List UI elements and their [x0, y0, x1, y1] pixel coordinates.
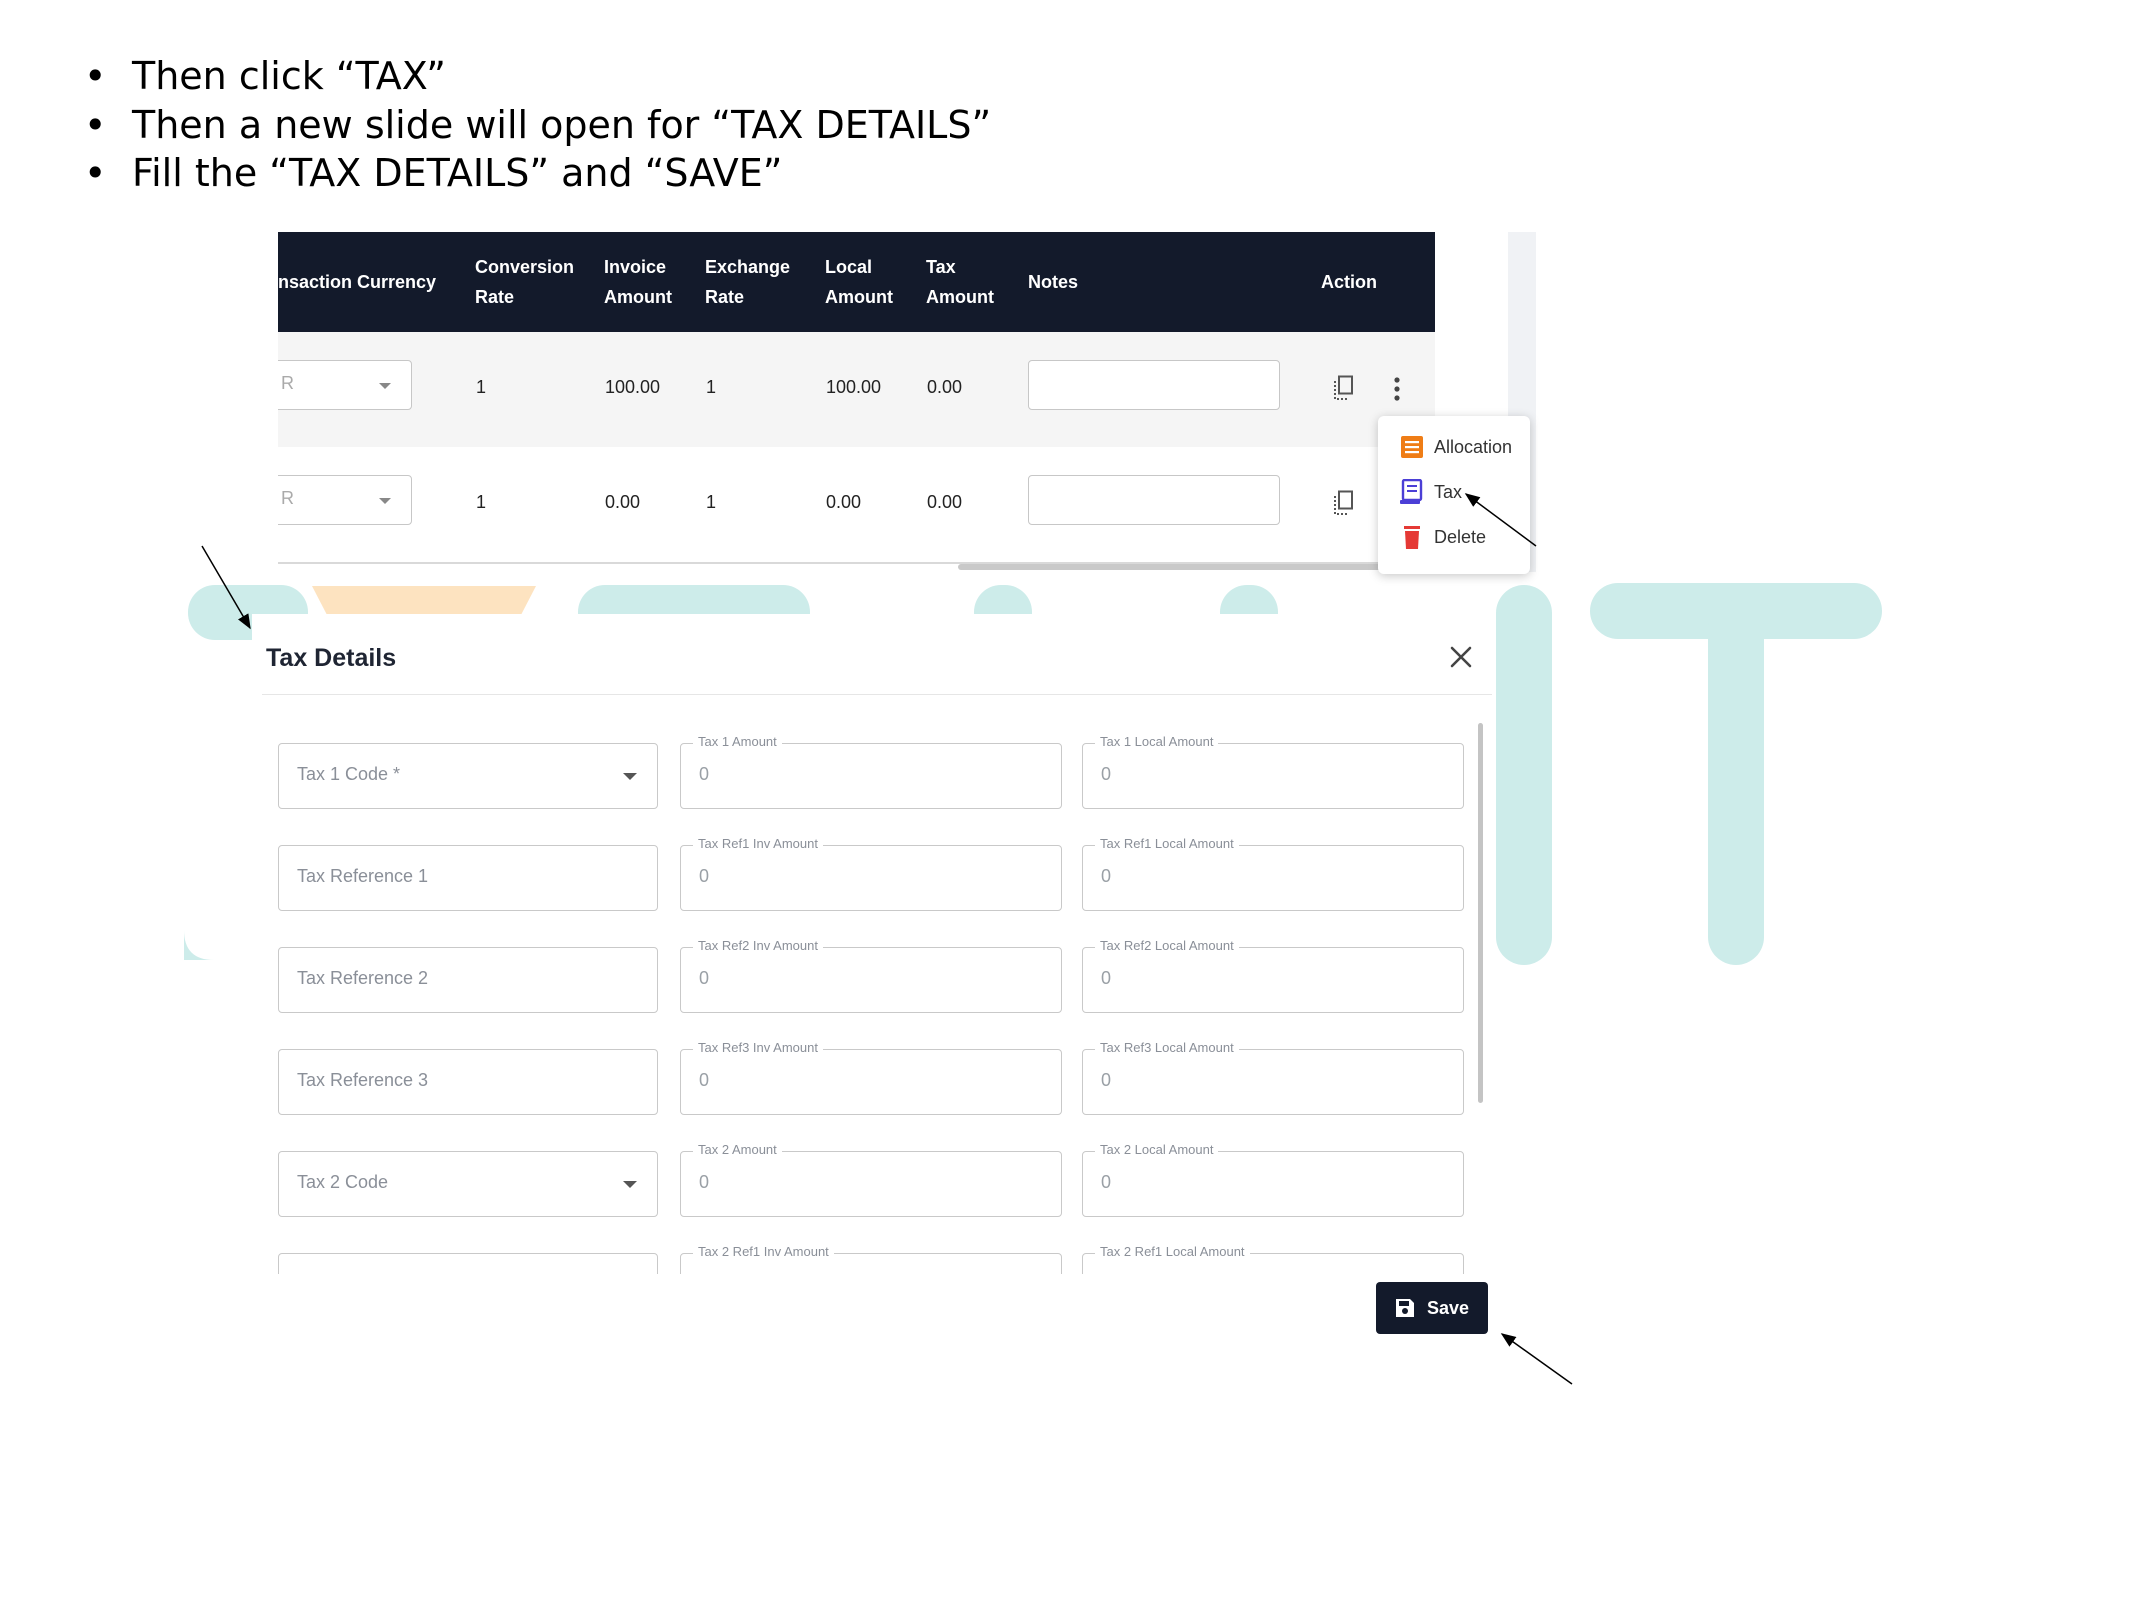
header-transaction-currency: nsaction Currency: [278, 272, 437, 292]
tax-ref2-inv-amount-field[interactable]: Tax Ref2 Inv Amount 0: [680, 938, 1062, 1013]
notes-input[interactable]: [1028, 360, 1280, 410]
tax-reference-2-field[interactable]: Tax Reference 2: [278, 947, 658, 1013]
tax-ref3-inv-amount-field[interactable]: Tax Ref3 Inv Amount 0: [680, 1040, 1062, 1115]
tax-ref1-inv-amount-field[interactable]: Tax Ref1 Inv Amount 0: [680, 836, 1062, 911]
menu-item-label: Tax: [1434, 481, 1463, 502]
tax-2-ref1-inv-amount-field[interactable]: Tax 2 Ref1 Inv Amount: [680, 1244, 1062, 1274]
tax-2-local-amount-field[interactable]: Tax 2 Local Amount 0: [1082, 1142, 1464, 1217]
tax-ref1-local-amount-field[interactable]: Tax Ref1 Local Amount 0: [1082, 836, 1464, 911]
tax-ref3-local-amount-field[interactable]: Tax Ref3 Local Amount 0: [1082, 1040, 1464, 1115]
tax-reference-1-field[interactable]: Tax Reference 1: [278, 845, 658, 911]
more-vert-icon[interactable]: [1394, 377, 1400, 401]
exchange-rate-cell: 1: [706, 492, 717, 512]
trash-icon: [1404, 526, 1420, 549]
invoice-amount-cell: 100.00: [605, 377, 661, 397]
header-local-amount: Local Amount: [825, 257, 893, 307]
tax-amount-cell: 0.00: [927, 492, 963, 512]
chevron-down-icon: [623, 773, 637, 780]
conversion-rate-cell: 1: [476, 377, 487, 397]
notes-input[interactable]: [1028, 475, 1280, 525]
tax-1-code-select[interactable]: Tax 1 Code *: [278, 743, 658, 809]
close-icon[interactable]: [1448, 644, 1474, 670]
table-row: R 1 0.00 1 0.00 0.00: [278, 447, 1435, 564]
chevron-down-icon: [379, 498, 391, 504]
dialog-body: Tax 1 Code * Tax 1 Amount 0 Tax 1 Local …: [252, 708, 1492, 1274]
header-notes: Notes: [1028, 272, 1079, 292]
save-icon: [1395, 1299, 1414, 1317]
header-exchange-rate: Exchange Rate: [705, 257, 791, 307]
header-tax-amount: Tax Amount: [926, 257, 994, 307]
divider: [262, 694, 1492, 695]
tax-1-local-amount-field[interactable]: Tax 1 Local Amount 0: [1082, 734, 1464, 809]
copy-icon[interactable]: [1333, 490, 1355, 516]
menu-item-tax[interactable]: Tax: [1400, 477, 1462, 507]
tax-2-ref1-local-amount-field[interactable]: Tax 2 Ref1 Local Amount: [1082, 1244, 1464, 1274]
copy-icon[interactable]: [1333, 375, 1355, 401]
dialog-title: Tax Details: [266, 644, 397, 672]
receipt-icon: [1400, 479, 1423, 504]
menu-item-allocation[interactable]: Allocation: [1400, 432, 1512, 462]
tax-1-amount-field[interactable]: Tax 1 Amount 0: [680, 734, 1062, 809]
tax-2-code-select[interactable]: Tax 2 Code: [278, 1151, 658, 1217]
header-invoice-amount: Invoice Amount: [604, 257, 672, 307]
horizontal-scrollbar[interactable]: [958, 564, 1438, 570]
menu-item-delete[interactable]: Delete: [1400, 522, 1486, 552]
allocation-icon: [1401, 436, 1423, 458]
tax-2-reference-1-field[interactable]: [278, 1253, 658, 1274]
tax-reference-3-field[interactable]: Tax Reference 3: [278, 1049, 658, 1115]
local-amount-cell: 0.00: [826, 492, 862, 512]
menu-item-label: Delete: [1434, 526, 1487, 547]
table-row: R 1 100.00 1 100.00 0.00: [278, 332, 1435, 447]
currency-select[interactable]: R: [278, 360, 412, 410]
save-label: Save: [1426, 1297, 1470, 1318]
local-amount-cell: 100.00: [826, 377, 882, 397]
conversion-rate-cell: 1: [476, 492, 487, 512]
save-button[interactable]: Save: [1376, 1282, 1488, 1334]
header-conversion-rate: Conversion Rate: [475, 257, 575, 307]
currency-select[interactable]: R: [278, 475, 412, 525]
header-action: Action: [1321, 272, 1377, 292]
chevron-down-icon: [623, 1181, 637, 1188]
tax-details-dialog: Tax Details Tax 1 Code * Tax 1 Amount 0 …: [252, 614, 1492, 1274]
tax-2-amount-field[interactable]: Tax 2 Amount 0: [680, 1142, 1062, 1217]
invoice-amount-cell: 0.00: [605, 492, 641, 512]
table-header: nsaction Currency Conversion Rate Invoice…: [278, 232, 1435, 332]
chevron-down-icon: [379, 383, 391, 389]
tax-amount-cell: 0.00: [927, 377, 963, 397]
row-action-menu: Allocation Tax Delete: [1378, 416, 1530, 574]
dialog-scrollbar[interactable]: [1478, 723, 1483, 1103]
line-items-table: nsaction Currency Conversion Rate Invoice…: [278, 232, 1536, 572]
exchange-rate-cell: 1: [706, 377, 717, 397]
tax-ref2-local-amount-field[interactable]: Tax Ref2 Local Amount 0: [1082, 938, 1464, 1013]
menu-item-label: Allocation: [1434, 436, 1513, 457]
